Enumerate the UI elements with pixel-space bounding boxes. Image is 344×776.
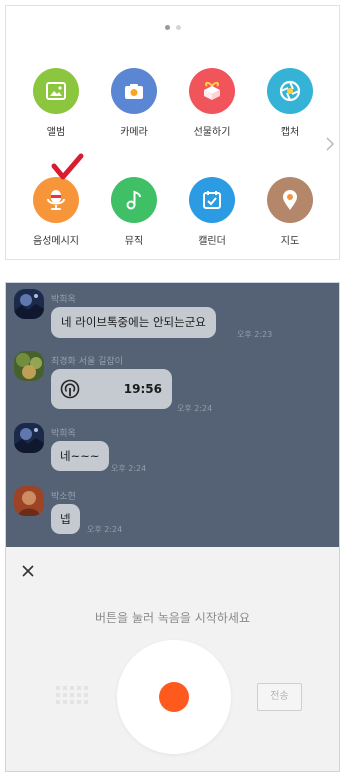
voice-recorder-panel: 버튼을 눌러 녹음을 시작하세요 전송 (6, 547, 339, 771)
voice-signal-icon (60, 379, 80, 399)
sender-name: 박희옥 (51, 295, 76, 305)
message-time: 오후 2:23 (237, 330, 273, 339)
avatar[interactable] (14, 423, 44, 453)
message-time: 오후 2:24 (177, 404, 213, 413)
attach-capture-button[interactable]: 캡처 (250, 68, 330, 138)
attach-label: 캘린더 (198, 236, 226, 247)
gift-icon (189, 68, 235, 114)
chat-screen: 박희옥 네 라이브톡중에는 안되는군요 오후 2:23 최경화 서울 길잡이 1… (5, 282, 340, 772)
music-note-icon (111, 177, 157, 223)
attach-label: 앨범 (46, 127, 66, 138)
avatar[interactable] (14, 351, 44, 381)
message-bubble[interactable]: 네 라이브톡중에는 안되는군요 (51, 307, 216, 338)
avatar[interactable] (14, 289, 44, 319)
attach-map-button[interactable]: 지도 (250, 177, 330, 247)
checkmark-icon (51, 153, 84, 180)
page-indicator (6, 15, 339, 34)
attach-label: 지도 (280, 236, 300, 247)
chevron-right-icon[interactable] (325, 136, 335, 152)
voice-duration: 19:56 (123, 382, 162, 396)
close-icon[interactable] (20, 563, 36, 579)
record-button[interactable] (117, 640, 231, 754)
avatar[interactable] (14, 486, 44, 516)
microphone-icon (33, 177, 79, 223)
voice-message-bubble[interactable]: 19:56 (51, 369, 172, 409)
waveform-icon (56, 686, 88, 704)
message-time: 오후 2:24 (87, 525, 123, 534)
page-dot-active (164, 25, 170, 30)
message-bubble[interactable]: 네~~~ (51, 441, 109, 471)
message-text: 네~~~ (60, 449, 100, 463)
sender-name: 최경화 서울 길잡이 (51, 357, 123, 367)
map-pin-icon (267, 177, 313, 223)
camera-icon (111, 68, 157, 114)
message-text: 네 라이브톡중에는 안되는군요 (61, 315, 206, 329)
attach-gift-button[interactable]: 선물하기 (172, 68, 252, 138)
attach-album-button[interactable]: 앨범 (16, 68, 96, 138)
attach-label: 캡처 (280, 127, 300, 138)
attachment-menu: 앨범 카메라 선물하기 캡처 음성메시지 뮤직 캘린더 지도 (5, 5, 340, 260)
attach-label: 카메라 (120, 127, 148, 138)
sender-name: 박소현 (51, 492, 76, 502)
attach-camera-button[interactable]: 카메라 (94, 68, 174, 138)
attach-music-button[interactable]: 뮤직 (94, 177, 174, 247)
attach-label: 선물하기 (193, 127, 231, 138)
page-dot (175, 25, 181, 30)
message-time: 오후 2:24 (111, 464, 147, 473)
attach-calendar-button[interactable]: 캘린더 (172, 177, 252, 247)
capture-icon (267, 68, 313, 114)
calendar-icon (189, 177, 235, 223)
message-bubble[interactable]: 넵 (51, 504, 80, 534)
attach-label: 음성메시지 (33, 236, 79, 247)
attach-voice-message-button[interactable]: 음성메시지 (16, 177, 96, 247)
record-dot-icon (159, 682, 189, 712)
send-button[interactable]: 전송 (257, 683, 302, 711)
record-hint: 버튼을 눌러 녹음을 시작하세요 (95, 611, 250, 625)
sender-name: 박희옥 (51, 429, 76, 439)
attach-label: 뮤직 (124, 236, 144, 247)
message-text: 넵 (60, 512, 71, 526)
album-icon (33, 68, 79, 114)
chat-messages[interactable]: 박희옥 네 라이브톡중에는 안되는군요 오후 2:23 최경화 서울 길잡이 1… (6, 283, 339, 547)
